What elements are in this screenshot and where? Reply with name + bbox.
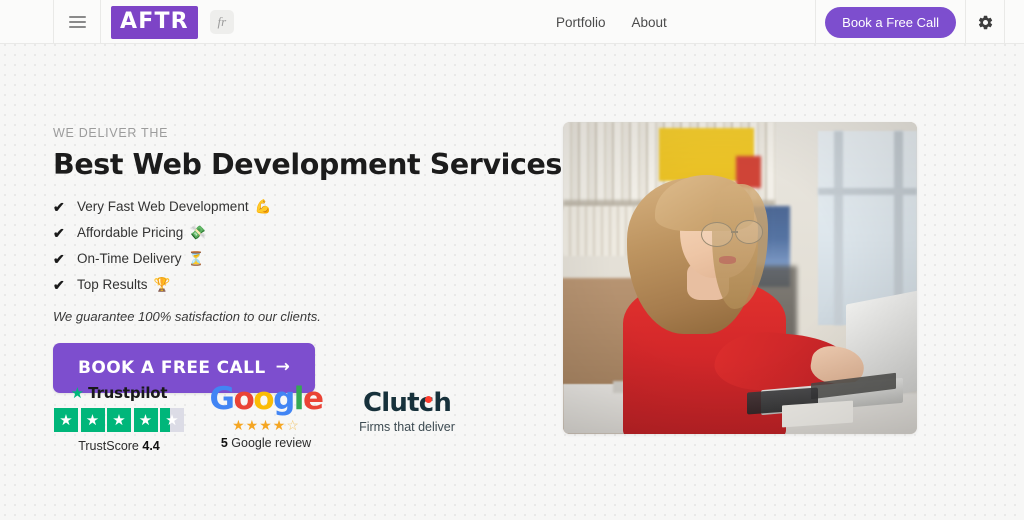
hero-eyebrow: WE DELIVER THE xyxy=(53,126,169,140)
muscle-icon: 💪 xyxy=(254,198,272,215)
google-count-value: 5 xyxy=(220,436,228,450)
google-letter-g2: g xyxy=(273,381,295,417)
header-cta-cell: Book a Free Call xyxy=(815,0,965,44)
trustpilot-star-icon: ★ xyxy=(70,384,85,402)
check-icon: ✔ xyxy=(53,224,65,241)
star-box-partial: ★ xyxy=(160,408,184,432)
google-letter-g1: G xyxy=(209,381,235,417)
google-review-count: 5 Google review xyxy=(205,436,327,450)
hourglass-icon: ⏳ xyxy=(187,250,205,267)
site-logo[interactable]: AFTR xyxy=(111,5,198,39)
hamburger-menu-button[interactable] xyxy=(53,0,100,44)
check-icon: ✔ xyxy=(53,198,65,215)
photo-vignette xyxy=(563,122,917,434)
settings-button[interactable] xyxy=(965,0,1005,44)
google-letter-l: l xyxy=(293,381,305,417)
page-root: AFTR fr Portfolio About Book a Free Call… xyxy=(0,0,1024,520)
gear-icon xyxy=(978,15,992,29)
feature-label: Affordable Pricing xyxy=(77,225,184,241)
header-right-spacer xyxy=(1005,0,1024,44)
list-item: ✔ On-Time Delivery ⏳ xyxy=(53,251,523,267)
star-box: ★ xyxy=(107,408,131,432)
hero-section: WE DELIVER THE Best Web Development Serv… xyxy=(0,44,1024,520)
google-star-rating: ★★★★☆ xyxy=(205,418,327,432)
header-right-group: Book a Free Call xyxy=(815,0,1024,44)
clutch-badge[interactable]: Clutch Firms that deliver xyxy=(347,384,467,434)
trophy-icon: 🏆 xyxy=(153,276,171,293)
page-title: Best Web Development Services xyxy=(53,148,562,181)
feature-label: Top Results xyxy=(77,277,148,293)
list-item: ✔ Very Fast Web Development 💪 xyxy=(53,199,523,215)
hero-cta-label: BOOK A FREE CALL xyxy=(78,357,266,378)
feature-list: ✔ Very Fast Web Development 💪 ✔ Affordab… xyxy=(53,199,523,293)
hero-text-column: WE DELIVER THE Best Web Development Serv… xyxy=(53,126,562,393)
feature-label: On-Time Delivery xyxy=(77,251,182,267)
book-free-call-header-button[interactable]: Book a Free Call xyxy=(825,6,956,38)
hamburger-menu-icon xyxy=(68,15,86,29)
guarantee-text: We guarantee 100% satisfaction to our cl… xyxy=(53,308,321,324)
nav-item-portfolio[interactable]: Portfolio xyxy=(556,15,606,30)
check-icon: ✔ xyxy=(53,250,65,267)
money-icon: 💸 xyxy=(189,224,207,241)
google-letter-o2: o xyxy=(253,381,274,417)
main-navigation: Portfolio About xyxy=(556,0,667,44)
clutch-name: Clutch xyxy=(362,388,452,418)
clutch-wordmark: Clutch xyxy=(362,388,452,418)
trustpilot-badge[interactable]: ★ Trustpilot ★ ★ ★ ★ ★ TrustScore 4.4 xyxy=(53,384,185,453)
trustpilot-star-rating: ★ ★ ★ ★ ★ xyxy=(53,408,185,432)
clutch-tagline: Firms that deliver xyxy=(359,420,455,434)
clutch-dot-icon xyxy=(425,396,433,403)
site-header: AFTR fr Portfolio About Book a Free Call xyxy=(0,0,1024,44)
list-item: ✔ Top Results 🏆 xyxy=(53,277,523,293)
arrow-right-icon: → xyxy=(275,357,291,378)
google-full-stars: ★★★★ xyxy=(232,417,287,433)
header-left-spacer xyxy=(0,0,53,43)
google-letter-o1: o xyxy=(233,381,254,417)
star-box: ★ xyxy=(133,408,158,432)
nav-item-about[interactable]: About xyxy=(632,15,667,30)
trustscore-text: TrustScore 4.4 xyxy=(53,439,185,453)
google-review-label: Google review xyxy=(231,436,312,450)
google-wordmark: Google xyxy=(205,384,327,415)
google-letter-e: e xyxy=(302,381,324,417)
hero-image xyxy=(563,122,917,434)
google-badge[interactable]: Google ★★★★☆ 5 Google review xyxy=(205,384,327,451)
google-half-star: ☆ xyxy=(286,417,300,433)
check-icon: ✔ xyxy=(53,276,65,293)
star-box: ★ xyxy=(54,408,78,432)
language-badge[interactable]: fr xyxy=(209,10,234,34)
feature-label: Very Fast Web Development xyxy=(77,199,249,215)
trustscore-value: 4.4 xyxy=(142,439,160,453)
trustpilot-wordmark: ★ Trustpilot xyxy=(53,384,185,402)
list-item: ✔ Affordable Pricing 💸 xyxy=(53,225,523,241)
trustpilot-name: Trustpilot xyxy=(88,384,168,402)
review-badges-row: ★ Trustpilot ★ ★ ★ ★ ★ TrustScore 4.4 Go… xyxy=(53,384,467,453)
brand-area: AFTR fr Portfolio About xyxy=(100,0,815,44)
star-box: ★ xyxy=(80,408,105,432)
trustscore-label: TrustScore xyxy=(78,439,139,453)
